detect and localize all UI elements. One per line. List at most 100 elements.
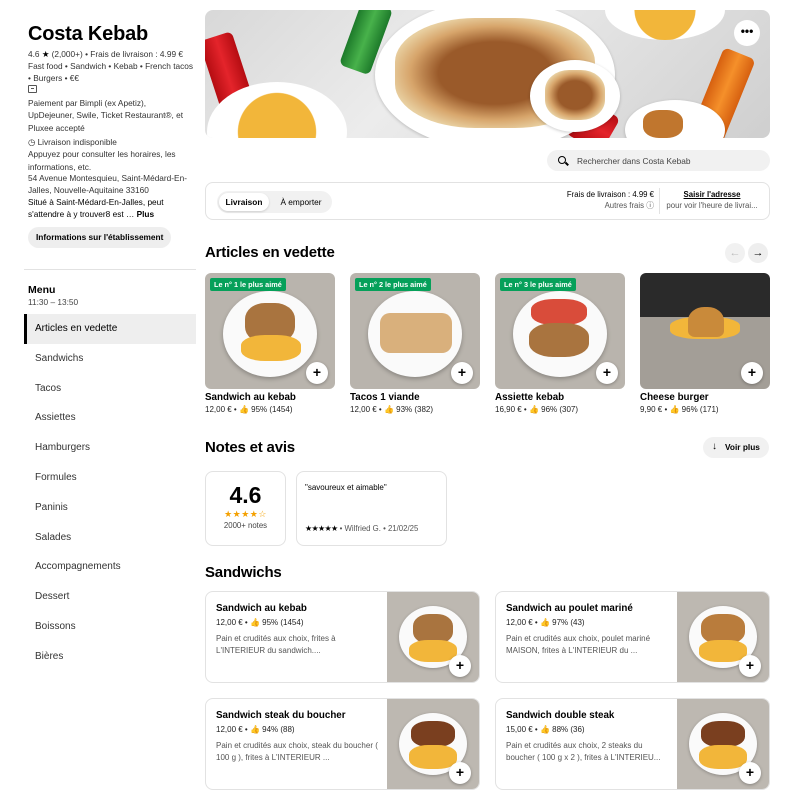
menu-nav: Articles en vedette Sandwichs Tacos Assi… <box>24 314 196 672</box>
menu-item-assiettes[interactable]: Assiettes <box>24 403 196 433</box>
menu-item-sandwichs[interactable]: Sandwichs <box>24 344 196 374</box>
delivery-status-text: Livraison indisponible <box>37 137 117 147</box>
item-meta: 12,00 € • 👍 94% (88) <box>216 725 295 734</box>
hero-banner <box>205 10 770 138</box>
item-meta: 15,00 € • 👍 88% (36) <box>506 725 585 734</box>
add-to-cart-button[interactable]: + <box>739 762 761 784</box>
reviews-title: Notes et avis <box>205 439 295 456</box>
add-to-cart-button[interactable]: + <box>449 655 471 677</box>
carousel-next-button[interactable]: → <box>748 243 768 263</box>
more-options-button[interactable]: ••• <box>734 20 760 46</box>
item-name: Sandwich au poulet mariné <box>506 603 633 614</box>
store-categories: Fast food • Sandwich • Kebab • French ta… <box>28 61 194 83</box>
menu-item-paninis[interactable]: Paninis <box>24 493 196 523</box>
menu-item-salades[interactable]: Salades <box>24 523 196 553</box>
add-to-cart-button[interactable]: + <box>449 762 471 784</box>
menu-item-dessert[interactable]: Dessert <box>24 582 196 612</box>
item-meta: 12,00 € • 👍 93% (382) <box>350 405 434 414</box>
store-info-button[interactable]: Informations sur l'établissement <box>28 227 172 248</box>
item-image: + <box>677 592 769 682</box>
item-image: + <box>387 592 479 682</box>
kebab-sandwich-image: Le n° 1 le plus aimé + <box>205 273 335 389</box>
card-icon <box>28 85 37 93</box>
rating-summary: 4.6 ★★★★☆ 2000+ notes <box>205 471 286 546</box>
item-image: + <box>387 699 479 789</box>
review-card[interactable]: "savoureux et aimable" ★★★★★ • Wilfried … <box>296 471 447 546</box>
add-to-cart-button[interactable]: + <box>596 362 618 384</box>
store-rating: 4.6 <box>28 49 40 59</box>
menu-item-bieres[interactable]: Bières <box>24 642 196 672</box>
delivery-option[interactable]: Livraison <box>219 193 269 211</box>
delivery-status[interactable]: ◷ Livraison indisponible Appuyez pour co… <box>28 136 194 173</box>
menu-item-boissons[interactable]: Boissons <box>24 612 196 642</box>
menu-item-articles-en-vedette[interactable]: Articles en vedette <box>24 314 196 344</box>
item-name: Cheese burger <box>640 392 709 403</box>
menu-item-accompagnements[interactable]: Accompagnements <box>24 552 196 582</box>
add-to-cart-button[interactable]: + <box>741 362 763 384</box>
kebab-image <box>529 323 589 357</box>
item-description: Pain et crudités aux choix, poulet marin… <box>506 634 651 655</box>
carousel-prev-button[interactable]: ← <box>725 243 745 263</box>
featured-item-card[interactable]: + Cheese burger 9,90 € • 👍 96% (171) <box>640 273 770 415</box>
store-rating-count: (2,000+) <box>51 49 83 59</box>
store-directions: Situé à Saint-Médard-En-Jalles, peut s'a… <box>28 196 194 221</box>
menu-item-formules[interactable]: Formules <box>24 463 196 493</box>
menu-item-card[interactable]: Sandwich steak du boucher 12,00 € • 👍 94… <box>205 698 480 790</box>
menu-item-card[interactable]: Sandwich au poulet mariné 12,00 € • 👍 97… <box>495 591 770 683</box>
add-to-cart-button[interactable]: + <box>306 362 328 384</box>
pickup-option[interactable]: À emporter <box>271 193 331 211</box>
search-icon <box>558 156 566 164</box>
directions-more-link[interactable]: Plus <box>137 209 155 219</box>
other-fees[interactable]: Autres frais ⓘ <box>556 200 654 211</box>
top-rated-badge: Le n° 2 le plus aimé <box>355 278 431 291</box>
item-name: Assiette kebab <box>495 392 565 403</box>
rating-count: 2000+ notes <box>223 521 268 530</box>
tacos-image: Le n° 2 le plus aimé + <box>350 273 480 389</box>
fries-image <box>241 335 301 361</box>
delivery-fee-block: Frais de livraison : 4.99 € Autres frais… <box>556 189 654 211</box>
store-meta: 4.6 ★ (2,000+) • Frais de livraison : 4.… <box>28 49 194 83</box>
menu-item-hamburgers[interactable]: Hamburgers <box>24 433 196 463</box>
menu-title: Menu <box>28 284 56 296</box>
kebab-image <box>545 70 605 120</box>
review-text: "savoureux et aimable" <box>305 483 387 492</box>
add-to-cart-button[interactable]: + <box>739 655 761 677</box>
item-meta: 12,00 € • 👍 95% (1454) <box>216 618 304 627</box>
item-name: Tacos 1 viande <box>350 392 420 403</box>
item-name: Sandwich au kebab <box>216 603 307 614</box>
kebab-plate-image: Le n° 3 le plus aimé + <box>495 273 625 389</box>
sandwichs-title: Sandwichs <box>205 564 282 581</box>
item-name: Sandwich au kebab <box>205 392 296 403</box>
arrow-down-icon: ↓ <box>712 441 717 452</box>
featured-item-card[interactable]: Le n° 3 le plus aimé + Assiette kebab 16… <box>495 273 625 415</box>
search-input[interactable] <box>577 150 762 171</box>
nuggets-image <box>643 110 683 138</box>
menu-item-card[interactable]: Sandwich double steak 15,00 € • 👍 88% (3… <box>495 698 770 790</box>
hours-hint: Appuyez pour consulter les horaires, les… <box>28 149 176 172</box>
fries-image <box>699 640 747 662</box>
steak-sandwich-image <box>701 721 745 747</box>
burger-image <box>688 307 724 337</box>
add-to-cart-button[interactable]: + <box>451 362 473 384</box>
item-description: Pain et crudités aux choix, frites à L'I… <box>216 634 336 655</box>
see-more-reviews-button[interactable]: ↓ Voir plus <box>703 437 769 458</box>
menu-item-card[interactable]: Sandwich au kebab 12,00 € • 👍 95% (1454)… <box>205 591 480 683</box>
fries-image <box>409 745 457 769</box>
review-footer: ★★★★★ • Wilfried G. • 21/02/25 <box>305 524 418 533</box>
delivery-mode-toggle: Livraison À emporter <box>217 191 332 213</box>
divider <box>659 188 660 214</box>
enter-address-link[interactable]: Saisir l'adresse <box>662 189 762 200</box>
delivery-fee: Frais de livraison : 4.99 € <box>566 190 654 199</box>
tacos-image <box>380 313 452 353</box>
featured-item-card[interactable]: Le n° 1 le plus aimé + Sandwich au kebab… <box>205 273 335 415</box>
menu-item-tacos[interactable]: Tacos <box>24 374 196 404</box>
store-search[interactable] <box>547 150 770 171</box>
item-meta: 9,90 € • 👍 96% (171) <box>640 405 719 414</box>
featured-item-card[interactable]: Le n° 2 le plus aimé + Tacos 1 viande 12… <box>350 273 480 415</box>
clock-icon: ◷ <box>28 137 36 147</box>
fries-image <box>699 745 747 769</box>
divider <box>24 269 196 270</box>
store-delivery-fee: Frais de livraison : 4.99 € <box>90 49 183 59</box>
top-rated-badge: Le n° 1 le plus aimé <box>210 278 286 291</box>
featured-title: Articles en vedette <box>205 244 335 261</box>
